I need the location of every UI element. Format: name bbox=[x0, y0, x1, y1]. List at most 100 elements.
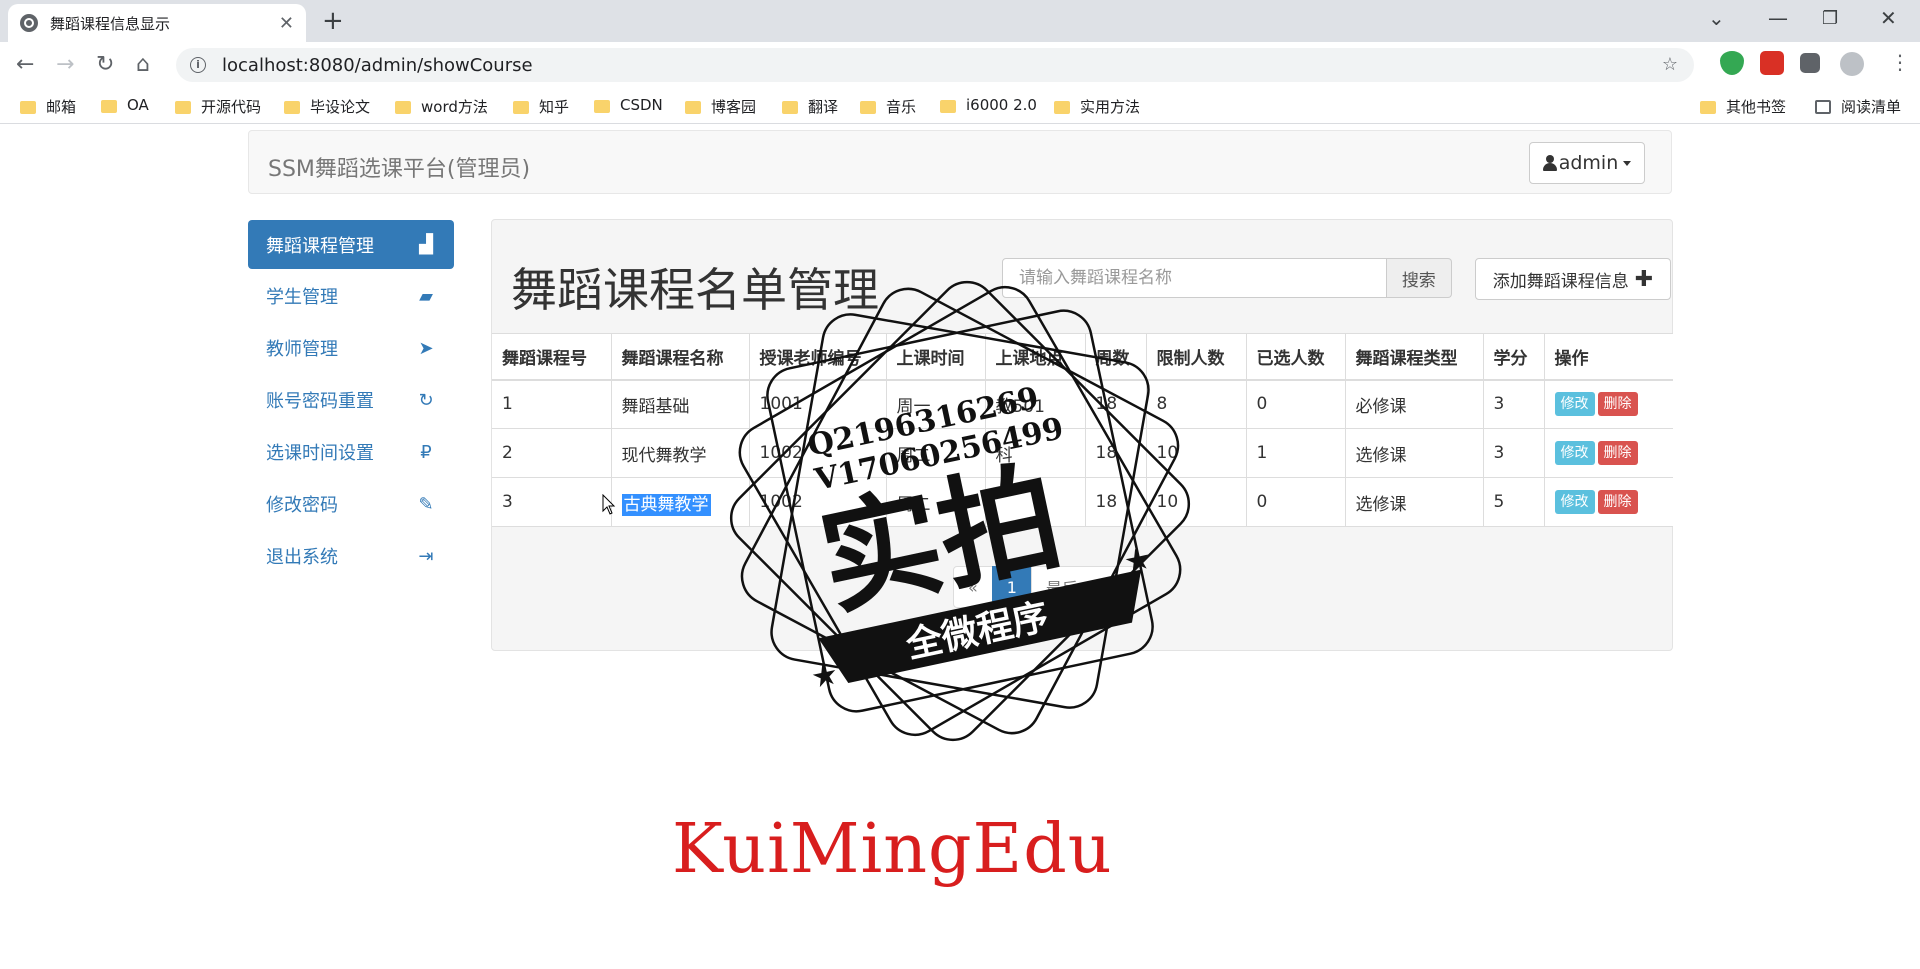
window-close-icon[interactable]: ✕ bbox=[1880, 6, 1897, 30]
mouse-cursor-icon bbox=[602, 494, 616, 515]
browser-tab-strip: 舞蹈课程信息显示 ✕ + ⌄ — ❐ ✕ bbox=[0, 0, 1920, 42]
bookmark-item[interactable]: 邮箱 bbox=[20, 96, 76, 117]
sidebar-item-logout[interactable]: 退出系统 ⇥ bbox=[248, 530, 454, 582]
sidebar-item-password-reset[interactable]: 账号密码重置 ↻ bbox=[248, 374, 454, 426]
edit-button[interactable]: 修改 bbox=[1554, 392, 1595, 417]
forward-icon[interactable]: → bbox=[56, 51, 74, 79]
home-icon[interactable]: ⌂ bbox=[136, 51, 150, 79]
extensions-puzzle-icon[interactable] bbox=[1800, 53, 1820, 73]
folder-icon bbox=[685, 101, 701, 114]
folder-icon bbox=[1700, 101, 1716, 114]
address-bar[interactable]: i localhost:8080/admin/showCourse ☆ bbox=[176, 48, 1694, 82]
delete-button[interactable]: 删除 bbox=[1597, 490, 1638, 514]
bookmark-item[interactable]: word方法 bbox=[395, 96, 488, 117]
sidebar-item-label: 修改密码 bbox=[266, 495, 338, 516]
bookmark-item[interactable]: 知乎 bbox=[513, 96, 569, 117]
sidebar-item-selection-time[interactable]: 选课时间设置 ₽ bbox=[248, 426, 454, 478]
folder-icon bbox=[594, 99, 610, 113]
sidebar-item-course-management[interactable]: 舞蹈课程管理 ▟ bbox=[248, 220, 454, 269]
globe-icon bbox=[20, 14, 38, 32]
site-info-icon[interactable]: i bbox=[190, 57, 206, 73]
plus-icon: ✚ bbox=[1634, 266, 1654, 292]
caret-down-icon bbox=[1623, 160, 1632, 166]
sidebar-item-teacher-management[interactable]: 教师管理 ➤ bbox=[248, 322, 454, 374]
cell-course-id: 3 bbox=[492, 477, 611, 527]
sidebar-item-label: 学生管理 bbox=[266, 287, 338, 308]
bookmark-item[interactable]: CSDN bbox=[594, 96, 663, 114]
folder-open-icon: ▰ bbox=[419, 285, 433, 307]
back-icon[interactable]: ← bbox=[16, 51, 34, 79]
star-icon: ★ bbox=[1121, 541, 1155, 581]
folder-icon bbox=[284, 101, 300, 114]
cell-course-type: 选修课 bbox=[1344, 477, 1483, 527]
profile-avatar[interactable] bbox=[1840, 52, 1864, 76]
folder-icon bbox=[782, 101, 798, 114]
close-tab-icon[interactable]: ✕ bbox=[279, 13, 294, 34]
reading-list-icon bbox=[1815, 99, 1831, 114]
bookmark-item[interactable]: 毕设论文 bbox=[284, 96, 370, 117]
folder-icon bbox=[101, 99, 117, 113]
bookmark-item[interactable]: i6000 2.0 bbox=[940, 96, 1037, 114]
bookmark-item[interactable]: 开源代码 bbox=[175, 96, 261, 117]
cell-credit: 3 bbox=[1482, 379, 1544, 429]
sidebar-item-label: 选课时间设置 bbox=[266, 443, 374, 464]
minimize-icon[interactable]: — bbox=[1768, 6, 1788, 30]
folder-icon bbox=[175, 101, 191, 114]
cell-credit: 3 bbox=[1482, 428, 1544, 478]
user-dropdown-button[interactable]: admin bbox=[1529, 142, 1645, 184]
stamp-watermark: Q2196316269 V17060256499 实拍 全微程序 ★ ★ bbox=[729, 280, 1191, 742]
cell-selected: 0 bbox=[1245, 379, 1345, 429]
tab-search-icon[interactable]: ⌄ bbox=[1708, 6, 1725, 30]
browser-tab[interactable]: 舞蹈课程信息显示 ✕ bbox=[8, 4, 306, 42]
menu-kebab-icon[interactable]: ⋮ bbox=[1890, 50, 1910, 74]
cell-course-type: 选修课 bbox=[1344, 428, 1483, 478]
fe-extension-icon[interactable] bbox=[1760, 51, 1784, 75]
sidebar-item-student-management[interactable]: 学生管理 ▰ bbox=[248, 270, 454, 322]
delete-button[interactable]: 删除 bbox=[1597, 441, 1638, 465]
sidebar: 舞蹈课程管理 ▟ 学生管理 ▰ 教师管理 ➤ 账号密码重置 ↻ 选课时间设置 ₽… bbox=[248, 220, 454, 582]
column-header: 舞蹈课程类型 bbox=[1344, 333, 1483, 381]
cell-selected: 0 bbox=[1245, 477, 1345, 527]
new-tab-icon[interactable]: + bbox=[322, 7, 344, 35]
sidebar-item-label: 退出系统 bbox=[266, 547, 338, 568]
sidebar-item-label: 舞蹈课程管理 bbox=[266, 235, 374, 257]
refresh-icon: ↻ bbox=[418, 389, 434, 411]
bar-chart-icon: ▟ bbox=[419, 234, 433, 255]
shield-extension-icon[interactable] bbox=[1720, 51, 1744, 75]
selected-text: 古典舞教学 bbox=[621, 493, 711, 516]
kuimingedu-watermark: KuiMingEdu bbox=[672, 810, 1113, 889]
bookmark-item[interactable]: 翻译 bbox=[782, 96, 838, 117]
folder-icon bbox=[860, 101, 876, 114]
bookmark-item[interactable]: 实用方法 bbox=[1054, 96, 1140, 117]
add-course-button[interactable]: 添加舞蹈课程信息 ✚ bbox=[1475, 258, 1671, 300]
sidebar-item-change-password[interactable]: 修改密码 ✎ bbox=[248, 478, 454, 530]
send-icon: ➤ bbox=[418, 337, 434, 359]
cell-credit: 5 bbox=[1482, 477, 1544, 527]
pencil-icon: ✎ bbox=[418, 493, 434, 515]
user-name: admin bbox=[1558, 152, 1619, 174]
bookmark-item[interactable]: OA bbox=[101, 96, 149, 114]
bookmark-item[interactable]: 博客园 bbox=[685, 96, 756, 117]
restore-icon[interactable]: ❐ bbox=[1822, 8, 1838, 29]
column-header: 操作 bbox=[1543, 333, 1673, 381]
folder-icon bbox=[395, 101, 411, 114]
bookmark-star-icon[interactable]: ☆ bbox=[1662, 54, 1678, 75]
reload-icon[interactable]: ↻ bbox=[96, 51, 114, 79]
edit-button[interactable]: 修改 bbox=[1554, 490, 1595, 514]
column-header: 舞蹈课程号 bbox=[492, 333, 611, 381]
reading-list[interactable]: 阅读清单 bbox=[1815, 96, 1901, 117]
bookmark-item[interactable]: 音乐 bbox=[860, 96, 916, 117]
user-icon bbox=[1542, 155, 1557, 171]
sidebar-item-label: 账号密码重置 bbox=[266, 391, 374, 412]
cell-actions: 修改 删除 bbox=[1543, 428, 1673, 478]
app-brand[interactable]: SSM舞蹈选课平台(管理员) bbox=[268, 151, 530, 183]
bookmarks-bar: 邮箱 OA 开源代码 毕设论文 word方法 知乎 CSDN 博客园 翻译 音乐… bbox=[0, 88, 1920, 124]
cell-course-type: 必修课 bbox=[1344, 379, 1483, 429]
search-button[interactable]: 搜索 bbox=[1386, 258, 1452, 298]
edit-button[interactable]: 修改 bbox=[1554, 441, 1595, 465]
other-bookmarks[interactable]: 其他书签 bbox=[1700, 96, 1786, 117]
browser-toolbar: ← → ↻ ⌂ i localhost:8080/admin/showCours… bbox=[0, 42, 1920, 88]
folder-icon bbox=[940, 99, 956, 113]
delete-button[interactable]: 删除 bbox=[1597, 392, 1638, 417]
sidebar-item-label: 教师管理 bbox=[266, 339, 338, 360]
